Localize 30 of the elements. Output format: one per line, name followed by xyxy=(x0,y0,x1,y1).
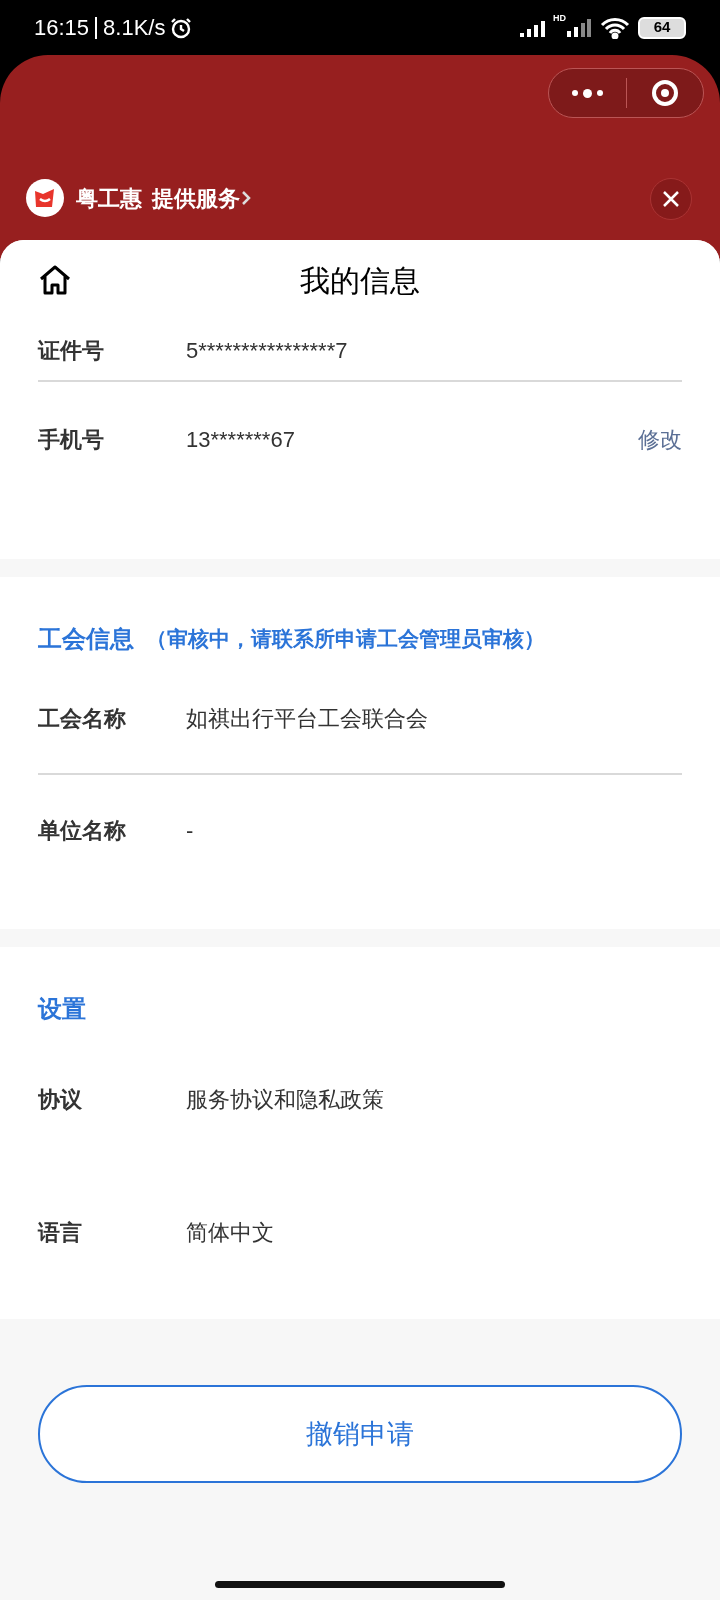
review-status-note: （审核中，请联系所申请工会管理员审核） xyxy=(146,626,545,653)
chevron-icon xyxy=(240,189,252,207)
section-title: 工会信息 xyxy=(38,624,134,654)
network-speed: 8.1K/s xyxy=(103,14,166,42)
service-link[interactable]: 提供服务 xyxy=(152,181,252,215)
edit-link[interactable]: 修改 xyxy=(638,423,682,456)
section-title: 设置 xyxy=(38,994,86,1024)
field-value: 5****************7 xyxy=(186,336,349,365)
signal-icon xyxy=(566,17,592,38)
battery-icon: 64 xyxy=(638,16,686,39)
field-value: 简体中文 xyxy=(186,1219,275,1247)
field-value: 如祺出行平台工会联合会 xyxy=(186,704,429,733)
field-label: 协议 xyxy=(38,1086,83,1114)
logo-icon xyxy=(26,179,64,217)
status-time: 16:15 xyxy=(34,14,90,42)
field-value: 13*******67 xyxy=(186,426,296,454)
cancel-application-button[interactable]: 撤销申请 xyxy=(38,1385,682,1483)
field-value: 服务协议和隐私政策 xyxy=(186,1086,385,1114)
home-icon[interactable] xyxy=(38,264,72,296)
hd-label: HD xyxy=(553,12,566,25)
provider-name: 粤工惠 xyxy=(76,184,142,213)
wifi-icon xyxy=(600,16,630,39)
field-label: 证件号 xyxy=(38,336,105,365)
close-icon[interactable] xyxy=(650,178,692,220)
field-label: 单位名称 xyxy=(38,816,127,845)
field-label: 语言 xyxy=(38,1219,83,1247)
field-value: - xyxy=(186,816,195,845)
page-title: 我的信息 xyxy=(300,262,420,299)
field-label: 手机号 xyxy=(38,426,105,454)
field-label: 工会名称 xyxy=(38,704,127,733)
